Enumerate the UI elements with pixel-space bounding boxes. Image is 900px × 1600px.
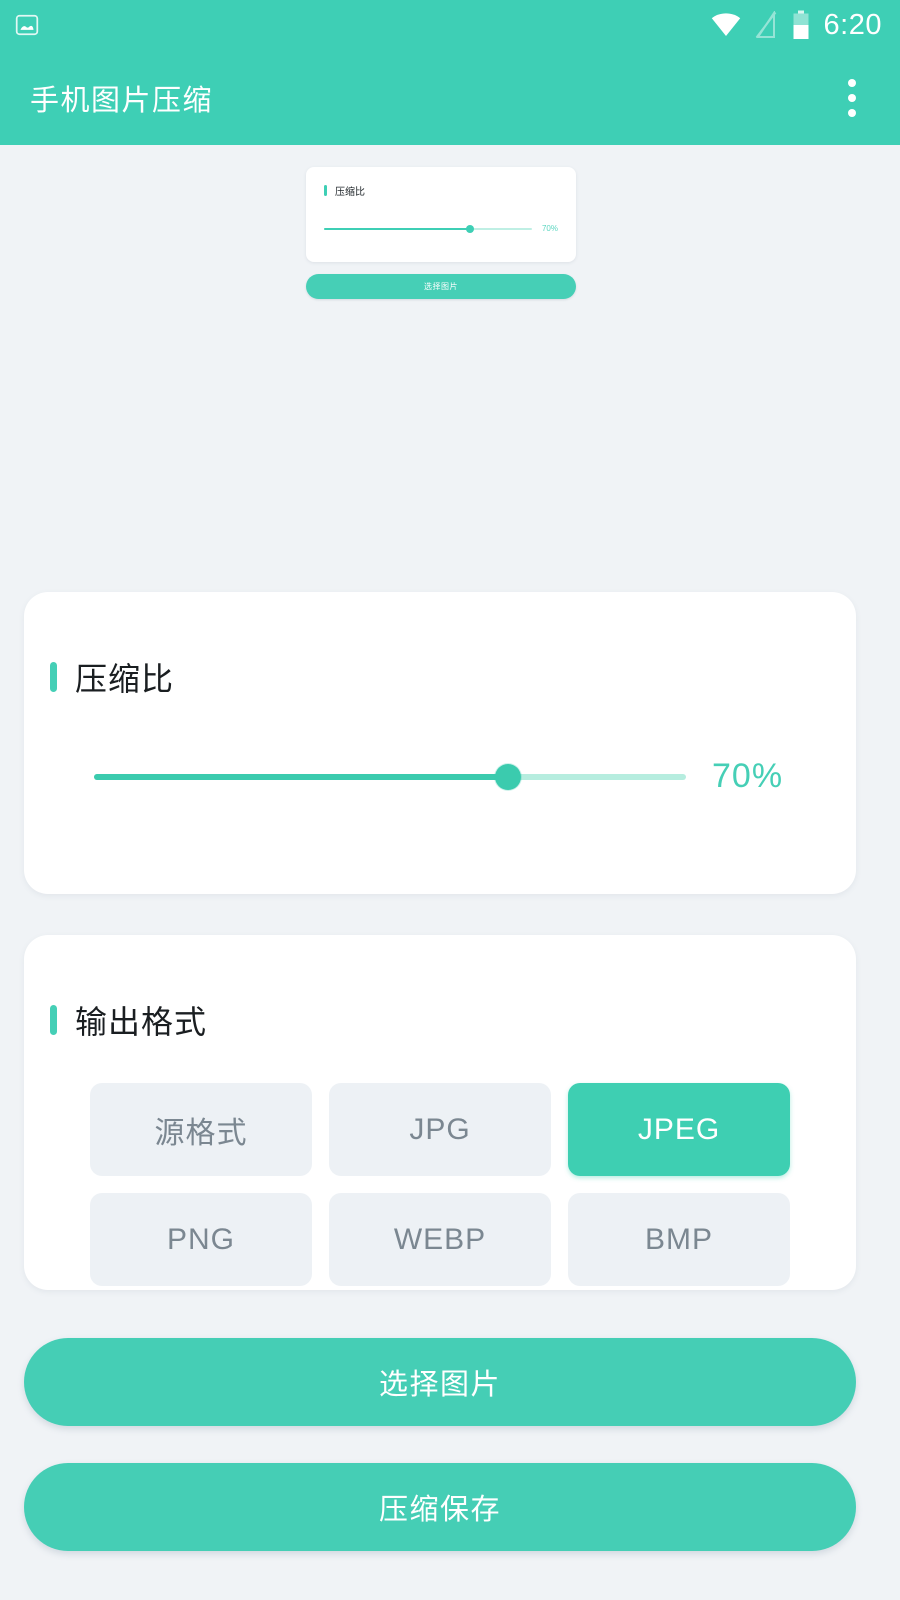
accent-bar-icon: [324, 185, 327, 196]
preview-slider-thumb[interactable]: [465, 224, 474, 233]
wifi-icon: [711, 12, 741, 38]
format-chip-JPG[interactable]: JPG: [329, 1083, 551, 1176]
preview-slider-fill: [324, 227, 470, 230]
photo-notification-icon: [14, 12, 40, 38]
preview-slider-row: 70%: [324, 224, 558, 233]
status-bar-left: [14, 12, 40, 38]
select-image-button[interactable]: 选择图片: [24, 1338, 856, 1426]
compression-slider-row: 70%: [50, 757, 816, 796]
slider-thumb[interactable]: [495, 763, 522, 790]
signal-off-icon: [754, 9, 778, 39]
format-chip-JPEG[interactable]: JPEG: [568, 1083, 790, 1176]
format-chip-WEBP[interactable]: WEBP: [329, 1193, 551, 1286]
compression-ratio-header: 压缩比: [50, 654, 816, 700]
more-dot: [848, 78, 856, 87]
status-bar: 6:20: [0, 0, 900, 50]
preview-compression-slider[interactable]: [324, 224, 532, 233]
slider-active-track: [94, 773, 509, 780]
preview-select-image-button[interactable]: 选择图片: [306, 274, 576, 299]
output-format-options: 源格式 JPG JPEG PNG WEBP BMP: [50, 1083, 830, 1286]
more-dot: [848, 93, 856, 102]
format-chip-PNG[interactable]: PNG: [90, 1193, 312, 1286]
accent-bar-icon: [50, 1005, 57, 1035]
compression-ratio-title: 压缩比: [75, 661, 175, 697]
compression-ratio-value: 70%: [712, 757, 784, 795]
compression-ratio-card: 压缩比 70%: [24, 592, 856, 894]
output-format-card: 输出格式 源格式 JPG JPEG PNG WEBP BMP: [24, 935, 856, 1290]
compress-save-button[interactable]: 压缩保存: [24, 1463, 856, 1551]
main-content: 压缩比 70% 选择图片 压缩比 70% 输出格式 源格式 JPG JPEG P…: [0, 145, 900, 1600]
battery-half-icon: [791, 10, 811, 40]
page-title: 手机图片压缩: [30, 84, 214, 117]
format-chip-源格式[interactable]: 源格式: [90, 1083, 312, 1176]
output-format-header: 输出格式: [50, 997, 830, 1043]
app-bar: 手机图片压缩: [0, 50, 900, 145]
more-dot: [848, 108, 856, 117]
format-chip-BMP[interactable]: BMP: [568, 1193, 790, 1286]
preview-ratio-card-title: 压缩比: [335, 187, 365, 198]
output-format-title: 输出格式: [75, 1004, 208, 1040]
more-vert-icon[interactable]: [830, 71, 874, 125]
preview-slider-value: 70%: [541, 224, 558, 233]
status-bar-right: 6:20: [711, 9, 882, 42]
preview-thumbnail: 压缩比 70% 选择图片: [306, 167, 576, 299]
status-bar-clock: 6:20: [823, 8, 882, 41]
compression-ratio-slider[interactable]: [94, 763, 686, 790]
preview-ratio-card-header: 压缩比: [324, 183, 558, 198]
accent-bar-icon: [50, 662, 57, 692]
preview-ratio-card: 压缩比 70%: [306, 167, 576, 262]
